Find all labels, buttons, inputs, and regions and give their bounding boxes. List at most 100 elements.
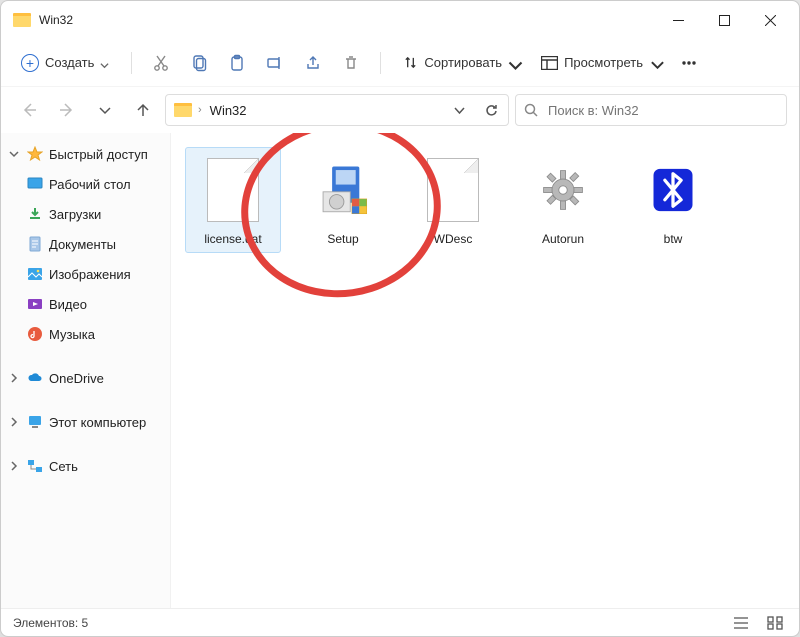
cloud-icon — [27, 370, 43, 386]
chevron-right-icon[interactable] — [7, 459, 21, 473]
view-button[interactable]: Просмотреть — [531, 49, 668, 76]
breadcrumb-sep: › — [198, 104, 202, 116]
up-button[interactable] — [127, 94, 159, 126]
sidebar-documents[interactable]: Документы — [1, 229, 170, 259]
view-icon — [541, 56, 558, 70]
more-button[interactable] — [672, 46, 706, 80]
back-button[interactable] — [13, 94, 45, 126]
sidebar-item-label: Сеть — [49, 459, 164, 474]
nav-row: › Win32 — [1, 87, 799, 133]
sidebar: Быстрый доступ Рабочий стол Загрузки Док… — [1, 133, 171, 608]
sidebar-desktop[interactable]: Рабочий стол — [1, 169, 170, 199]
chevron-right-icon[interactable] — [7, 371, 21, 385]
sidebar-item-label: Рабочий стол — [49, 177, 164, 192]
file-item[interactable]: Setup — [295, 147, 391, 253]
desktop-icon — [27, 176, 43, 192]
bluetooth-icon — [637, 154, 709, 226]
download-icon — [27, 206, 43, 222]
file-label: license.dat — [204, 232, 261, 246]
folder-icon — [13, 13, 31, 27]
sidebar-onedrive[interactable]: OneDrive — [1, 363, 170, 393]
plus-icon: + — [21, 54, 39, 72]
sidebar-music[interactable]: Музыка — [1, 319, 170, 349]
file-label: btw — [664, 232, 683, 246]
sidebar-network[interactable]: Сеть — [1, 451, 170, 481]
file-item[interactable]: license.dat — [185, 147, 281, 253]
sidebar-this-pc[interactable]: Этот компьютер — [1, 407, 170, 437]
status-elements: Элементов: 5 — [13, 616, 88, 630]
paste-button[interactable] — [220, 46, 254, 80]
file-item[interactable]: WDesc — [405, 147, 501, 253]
file-label: Autorun — [542, 232, 584, 246]
address-dropdown[interactable] — [446, 97, 472, 123]
close-button[interactable] — [747, 1, 793, 39]
file-pane[interactable]: license.dat — [171, 133, 799, 608]
forward-button[interactable] — [51, 94, 83, 126]
video-icon — [27, 296, 43, 312]
blank-file-icon — [197, 154, 269, 226]
search-icon — [524, 103, 538, 117]
sort-label: Сортировать — [424, 55, 502, 70]
music-icon — [27, 326, 43, 342]
cut-button[interactable] — [144, 46, 178, 80]
chevron-down-icon — [649, 58, 658, 67]
window-title: Win32 — [39, 13, 655, 27]
file-list: license.dat — [185, 147, 785, 253]
title-bar: Win32 — [1, 1, 799, 39]
sidebar-item-label: OneDrive — [49, 371, 164, 386]
sidebar-item-label: Загрузки — [49, 207, 164, 222]
blank-file-icon — [417, 154, 489, 226]
gear-icon — [527, 154, 599, 226]
folder-icon — [174, 103, 192, 117]
installer-icon — [307, 154, 379, 226]
new-button-label: Создать — [45, 55, 94, 70]
view-label: Просмотреть — [564, 55, 643, 70]
file-item[interactable]: Autorun — [515, 147, 611, 253]
sort-button[interactable]: Сортировать — [393, 49, 527, 76]
network-icon — [27, 458, 43, 474]
sidebar-item-label: Изображения — [49, 267, 164, 282]
sidebar-pictures[interactable]: Изображения — [1, 259, 170, 289]
toolbar-divider — [380, 52, 381, 74]
toolbar-divider — [131, 52, 132, 74]
sidebar-item-label: Видео — [49, 297, 164, 312]
breadcrumb[interactable]: Win32 — [208, 103, 249, 118]
chevron-down-icon — [100, 58, 109, 67]
maximize-button[interactable] — [701, 1, 747, 39]
file-label: Setup — [327, 232, 358, 246]
details-view-button[interactable] — [729, 613, 753, 633]
sidebar-quick-access[interactable]: Быстрый доступ — [1, 139, 170, 169]
pc-icon — [27, 414, 43, 430]
chevron-down-icon — [508, 58, 517, 67]
status-bar: Элементов: 5 — [1, 608, 799, 636]
icons-view-button[interactable] — [763, 613, 787, 633]
chevron-down-icon[interactable] — [7, 147, 21, 161]
share-button[interactable] — [296, 46, 330, 80]
refresh-button[interactable] — [478, 97, 504, 123]
star-icon — [27, 146, 43, 162]
sidebar-item-label: Быстрый доступ — [49, 147, 164, 162]
search-box[interactable] — [515, 94, 787, 126]
search-input[interactable] — [546, 102, 778, 119]
sidebar-videos[interactable]: Видео — [1, 289, 170, 319]
body: Быстрый доступ Рабочий стол Загрузки Док… — [1, 133, 799, 608]
pictures-icon — [27, 266, 43, 282]
new-button[interactable]: + Создать — [11, 48, 119, 78]
explorer-window: Win32 + Создать Сортировать Просмотреть — [0, 0, 800, 637]
toolbar: + Создать Сортировать Просмотреть — [1, 39, 799, 87]
file-label: WDesc — [434, 232, 473, 246]
sidebar-item-label: Этот компьютер — [49, 415, 164, 430]
sort-icon — [403, 55, 418, 70]
minimize-button[interactable] — [655, 1, 701, 39]
copy-button[interactable] — [182, 46, 216, 80]
sidebar-downloads[interactable]: Загрузки — [1, 199, 170, 229]
file-item[interactable]: btw — [625, 147, 721, 253]
chevron-right-icon[interactable] — [7, 415, 21, 429]
sidebar-item-label: Документы — [49, 237, 164, 252]
rename-button[interactable] — [258, 46, 292, 80]
sidebar-item-label: Музыка — [49, 327, 164, 342]
recent-button[interactable] — [89, 94, 121, 126]
document-icon — [27, 236, 43, 252]
address-bar[interactable]: › Win32 — [165, 94, 509, 126]
delete-button[interactable] — [334, 46, 368, 80]
